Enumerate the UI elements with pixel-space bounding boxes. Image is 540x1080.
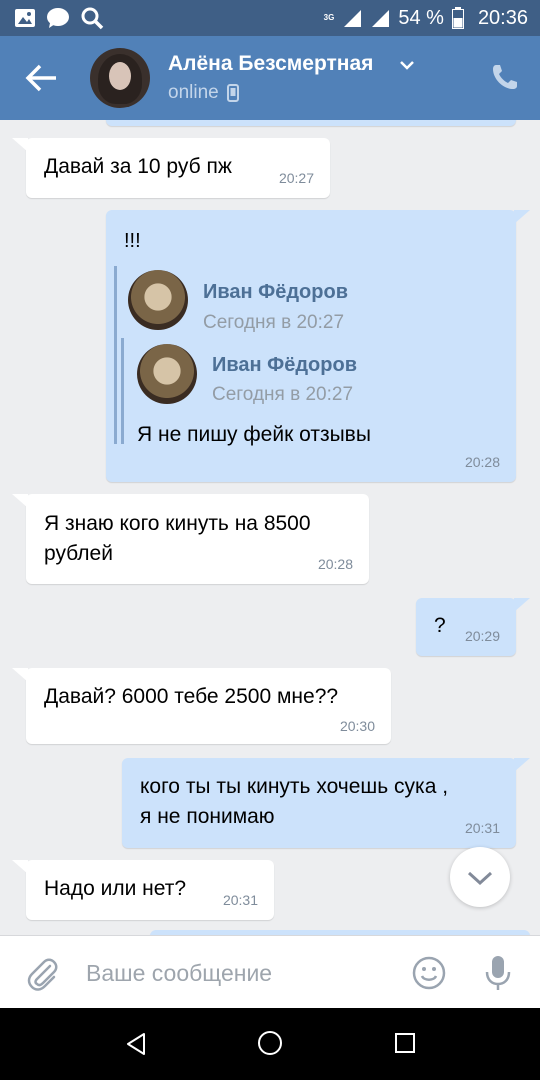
message-outgoing[interactable]: кого ты ты кинуть хочешь сука , я не пон… bbox=[122, 758, 530, 848]
message-time: 20:31 bbox=[464, 820, 500, 836]
forward-text: Я не пишу фейк отзывы bbox=[137, 423, 371, 446]
clock: 20:36 bbox=[477, 6, 528, 29]
nav-back-icon[interactable] bbox=[124, 1032, 148, 1056]
emoji-icon[interactable] bbox=[412, 956, 446, 990]
bubble-tail bbox=[12, 138, 28, 152]
battery-percent: 54 % bbox=[398, 6, 444, 29]
search-icon bbox=[81, 7, 104, 30]
signal-icon bbox=[372, 10, 390, 27]
message-text: Давай за 10 руб пж bbox=[44, 155, 232, 178]
chevron-down-icon bbox=[467, 871, 493, 886]
message-incoming[interactable]: Давай? 6000 тебе 2500 мне?? 20:30 bbox=[12, 668, 391, 744]
paperclip-icon[interactable] bbox=[24, 956, 60, 992]
message-text-line2: рублей bbox=[44, 542, 113, 565]
message-time: 20:31 bbox=[222, 892, 258, 908]
chat-icon bbox=[47, 8, 69, 28]
message-text: Надо или нет? bbox=[44, 877, 187, 900]
mobile-icon bbox=[226, 84, 239, 102]
forward-line-inner bbox=[121, 338, 124, 444]
nav-recent-icon[interactable] bbox=[394, 1032, 416, 1054]
forward-date: Сегодня в 20:27 bbox=[203, 312, 345, 333]
phone-icon[interactable] bbox=[490, 62, 520, 92]
system-nav-bar bbox=[0, 1008, 540, 1080]
message-text-line1: Я знаю кого кинуть на 8500 bbox=[44, 512, 311, 535]
message-text-line1: кого ты ты кинуть хочешь сука , bbox=[140, 775, 449, 798]
chat-header: Алёна Безсмертная online bbox=[0, 36, 540, 120]
message-text: !!! bbox=[124, 230, 141, 252]
nav-home-icon[interactable] bbox=[257, 1030, 283, 1056]
message-outgoing[interactable]: ? 20:29 bbox=[416, 598, 530, 656]
bubble-tail bbox=[12, 668, 28, 682]
bubble-tail bbox=[514, 758, 530, 772]
peer-status: online bbox=[168, 82, 239, 104]
message-text: Давай? 6000 тебе 2500 мне?? bbox=[44, 685, 339, 708]
message-list[interactable]: Давай за 10 руб пж 20:27 !!! Иван Фёдоро… bbox=[0, 120, 540, 935]
image-icon bbox=[15, 9, 35, 27]
message-time: 20:30 bbox=[339, 718, 375, 734]
message-outgoing-forwarded[interactable]: !!! Иван Фёдоров Сегодня в 20:27 Иван Фё… bbox=[106, 210, 530, 482]
message-text-line2: я не понимаю bbox=[140, 805, 275, 828]
back-arrow-icon[interactable] bbox=[22, 60, 62, 96]
message-text: ? bbox=[434, 614, 446, 637]
message-bubble-partial bbox=[106, 120, 516, 126]
network-type: 3G bbox=[323, 13, 335, 22]
message-incoming[interactable]: Надо или нет? 20:31 bbox=[12, 860, 274, 920]
forward-date-inner: Сегодня в 20:27 bbox=[212, 384, 354, 405]
bubble-tail bbox=[12, 494, 28, 508]
message-time: 20:27 bbox=[278, 170, 314, 186]
peer-name[interactable]: Алёна Безсмертная bbox=[168, 52, 373, 76]
bubble-tail bbox=[12, 860, 28, 874]
forward-avatar[interactable] bbox=[128, 270, 188, 330]
status-bar: 3G 54 % 20:36 bbox=[0, 0, 540, 36]
bubble-tail bbox=[514, 598, 530, 612]
status-bar-notifications bbox=[14, 6, 104, 30]
forward-avatar-inner[interactable] bbox=[137, 344, 197, 404]
compose-bar bbox=[0, 935, 540, 1008]
message-incoming[interactable]: Я знаю кого кинуть на 8500 рублей 20:28 bbox=[12, 494, 369, 584]
forward-author-inner[interactable]: Иван Фёдоров bbox=[212, 350, 357, 380]
forward-line bbox=[114, 266, 117, 444]
avatar[interactable] bbox=[90, 48, 150, 108]
scroll-down-button[interactable] bbox=[450, 847, 510, 907]
message-incoming[interactable]: Давай за 10 руб пж 20:27 bbox=[12, 138, 330, 198]
microphone-icon[interactable] bbox=[484, 954, 512, 992]
battery-icon bbox=[451, 7, 464, 29]
signal-icon bbox=[344, 10, 362, 27]
message-time: 20:28 bbox=[464, 454, 500, 470]
bubble-tail bbox=[514, 210, 530, 224]
chevron-down-icon[interactable] bbox=[398, 58, 416, 72]
online-status: online bbox=[168, 82, 219, 103]
forward-author[interactable]: Иван Фёдоров bbox=[203, 277, 348, 307]
message-input[interactable] bbox=[86, 956, 386, 990]
status-bar-system: 3G 54 % 20:36 bbox=[324, 4, 528, 32]
message-time: 20:29 bbox=[464, 628, 500, 644]
message-time: 20:28 bbox=[317, 556, 353, 572]
